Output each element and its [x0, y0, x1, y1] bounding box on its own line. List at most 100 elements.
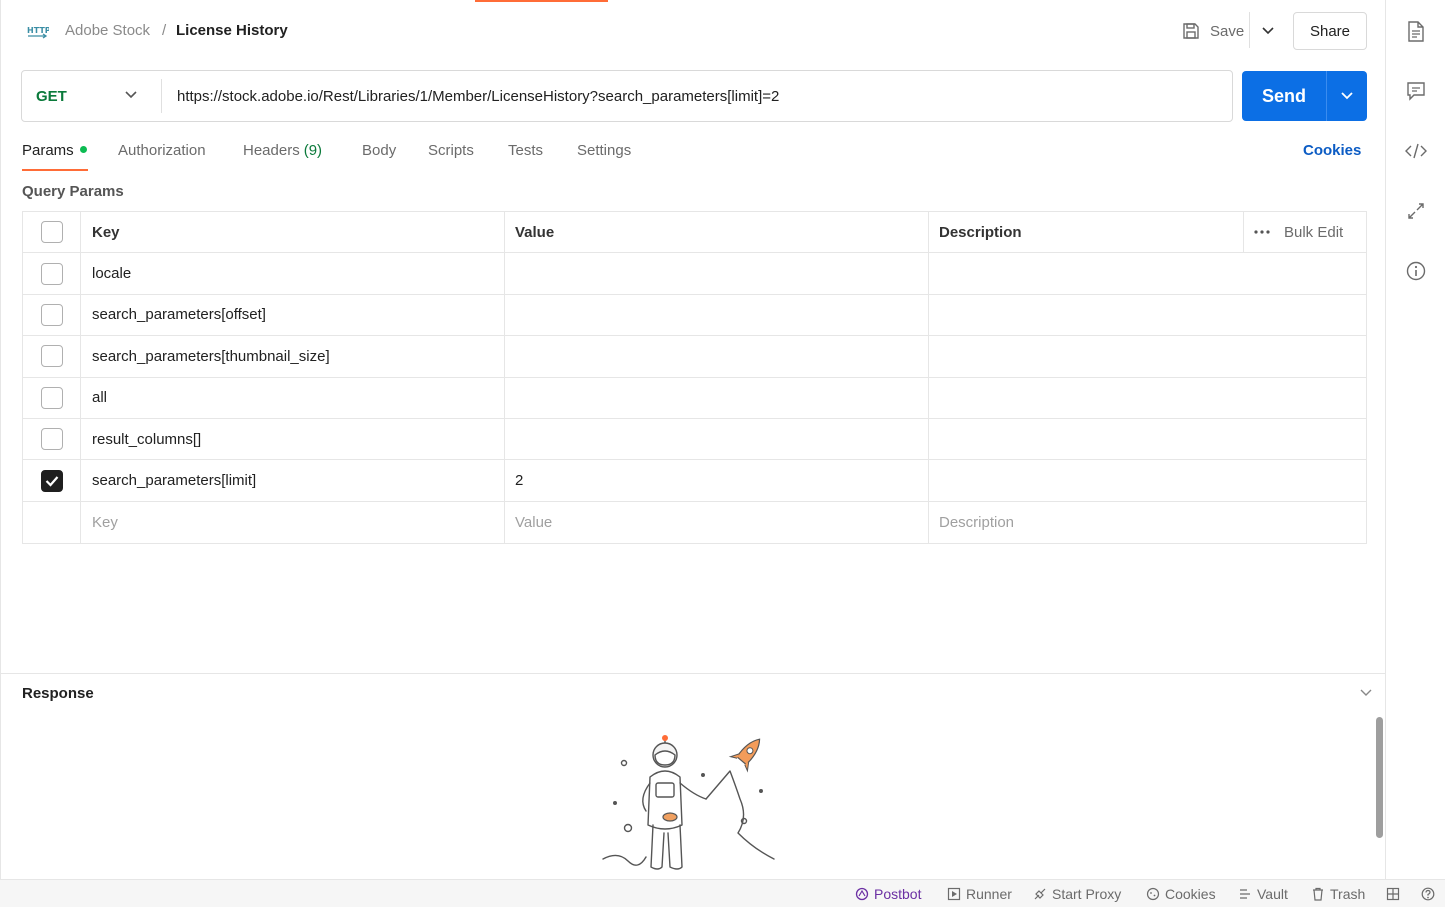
documentation-button[interactable] [1405, 20, 1427, 42]
table-row: all [23, 377, 1366, 419]
http-request-icon: HTTP [27, 26, 49, 39]
param-description[interactable] [928, 418, 1366, 460]
row-checkbox[interactable] [40, 345, 63, 368]
astronaut-rocket-illustration [602, 735, 775, 870]
comments-button[interactable] [1405, 80, 1427, 102]
divider [1249, 12, 1250, 48]
query-params-title: Query Params [22, 183, 124, 200]
param-value[interactable] [504, 377, 928, 418]
comment-icon [1407, 82, 1425, 101]
bulk-edit-button[interactable]: Bulk Edit [1284, 224, 1343, 241]
related-collections-button[interactable] [1405, 200, 1427, 222]
runner-button[interactable]: Runner [947, 880, 1012, 907]
row-checkbox-checked[interactable] [40, 469, 63, 492]
cookies-link[interactable]: Cookies [1303, 142, 1361, 159]
tab-scripts[interactable]: Scripts [428, 142, 474, 159]
param-key[interactable]: all [80, 377, 504, 418]
tab-active-underline [22, 169, 88, 171]
param-value[interactable]: 2 [504, 460, 928, 501]
runner-label: Runner [966, 886, 1012, 902]
url-bar: GET [21, 70, 1233, 122]
save-button[interactable]: Save [1177, 16, 1248, 46]
start-proxy-button[interactable]: Start Proxy [1033, 880, 1121, 907]
row-checkbox[interactable] [40, 428, 63, 451]
start-proxy-label: Start Proxy [1052, 886, 1122, 902]
row-checkbox[interactable] [40, 386, 63, 409]
tab-settings[interactable]: Settings [577, 142, 631, 159]
param-value[interactable] [504, 418, 928, 460]
param-description[interactable] [928, 336, 1366, 377]
param-key[interactable]: search_parameters[thumbnail_size] [80, 336, 504, 377]
breadcrumb-separator: / [162, 22, 167, 39]
params-active-dot [79, 146, 87, 153]
right-sidebar [1385, 0, 1445, 879]
new-key-input[interactable]: Key [80, 501, 504, 544]
request-header: HTTP Adobe Stock / License History Save … [1, 0, 1386, 62]
send-button[interactable]: Send [1242, 71, 1326, 121]
chevron-down-icon [1262, 27, 1274, 35]
column-header-value: Value [504, 212, 928, 253]
url-input[interactable] [177, 71, 1217, 121]
tab-tests[interactable]: Tests [508, 142, 543, 159]
param-description[interactable] [928, 294, 1366, 336]
row-checkbox[interactable] [40, 262, 63, 285]
method-select[interactable]: GET [22, 71, 161, 121]
save-options-button[interactable] [1255, 16, 1281, 46]
param-value[interactable] [504, 336, 928, 377]
send-button-group: Send [1242, 71, 1367, 121]
table-row: search_parameters[offset] [23, 294, 1366, 337]
checkmark-icon [45, 475, 58, 487]
new-value-input[interactable]: Value [504, 501, 928, 544]
request-info-button[interactable] [1405, 260, 1427, 282]
proxy-icon [1034, 888, 1046, 900]
divider [161, 79, 162, 113]
breadcrumb-collection[interactable]: Adobe Stock [65, 22, 150, 39]
info-icon [1406, 261, 1426, 281]
cookies-label: Cookies [1165, 886, 1216, 902]
response-scrollbar[interactable] [1376, 717, 1383, 838]
more-options-icon[interactable] [1254, 230, 1270, 234]
vault-button[interactable]: Vault [1238, 880, 1288, 907]
row-checkbox[interactable] [40, 303, 63, 326]
param-description[interactable] [928, 377, 1366, 418]
send-options-button[interactable] [1327, 71, 1367, 121]
column-header-key: Key [80, 212, 504, 253]
query-params-table: Key Value Description Bulk Edit locale s… [22, 211, 1367, 545]
param-description[interactable] [928, 460, 1366, 501]
table-header-row: Key Value Description Bulk Edit [23, 212, 1366, 254]
headers-count: (9) [303, 142, 323, 159]
select-all-checkbox[interactable] [40, 221, 63, 244]
param-description[interactable] [928, 253, 1366, 294]
tab-body[interactable]: Body [362, 142, 396, 159]
cookies-button[interactable]: Cookies [1146, 880, 1216, 907]
trash-icon [1313, 887, 1323, 901]
tab-params[interactable]: Params [22, 142, 87, 159]
param-key[interactable]: locale [80, 253, 504, 294]
vault-icon [1240, 889, 1250, 899]
method-label: GET [36, 87, 67, 105]
help-icon [1421, 887, 1435, 901]
code-snippet-button[interactable] [1405, 140, 1427, 162]
param-key[interactable]: search_parameters[offset] [80, 294, 504, 336]
new-description-input[interactable]: Description [928, 501, 1366, 544]
tab-headers[interactable]: Headers (9) [243, 142, 322, 159]
param-key[interactable]: result_columns[] [80, 418, 504, 460]
tab-headers-label: Headers [243, 142, 300, 159]
trash-button[interactable]: Trash [1311, 880, 1365, 907]
postbot-label: Postbot [874, 886, 922, 902]
layout-toggle-button[interactable] [1386, 880, 1400, 907]
param-value[interactable] [504, 253, 928, 294]
save-icon [1183, 23, 1199, 39]
param-key[interactable]: search_parameters[limit] [80, 460, 504, 501]
tab-authorization[interactable]: Authorization [118, 142, 206, 159]
help-button[interactable] [1421, 880, 1435, 907]
postbot-button[interactable]: Postbot [855, 880, 921, 907]
table-row: search_parameters[thumbnail_size] [23, 336, 1366, 378]
response-title: Response [22, 685, 94, 702]
chevron-down-icon[interactable] [1359, 688, 1373, 698]
breadcrumb-request-name[interactable]: License History [176, 22, 288, 39]
share-button[interactable]: Share [1293, 12, 1367, 50]
table-row: locale [23, 253, 1366, 295]
response-divider[interactable] [1, 673, 1386, 674]
param-value[interactable] [504, 294, 928, 336]
